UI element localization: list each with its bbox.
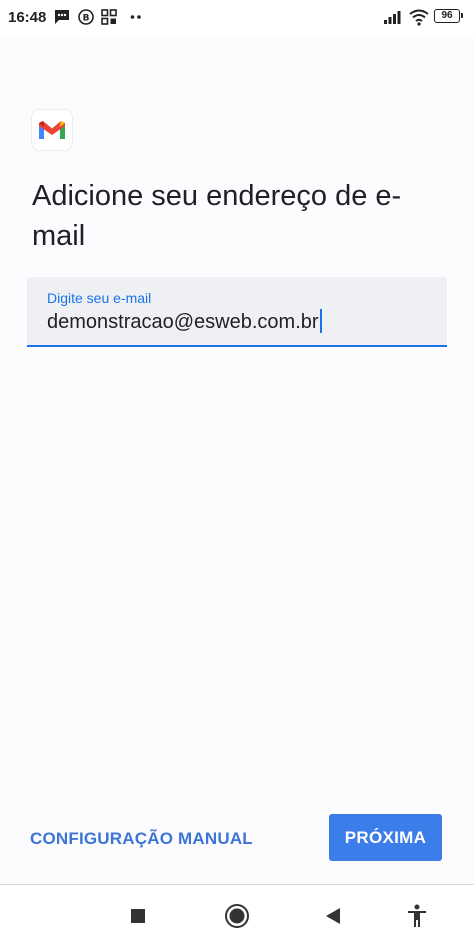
email-field[interactable]: Digite seu e-mail demonstracao@esweb.com…: [27, 277, 447, 347]
home-circle-icon[interactable]: [224, 903, 250, 934]
page-title: Adicione seu endereço de e-mail: [32, 180, 402, 252]
more-dots-icon: [129, 8, 143, 31]
back-triangle-icon[interactable]: [323, 903, 343, 934]
accessibility-icon[interactable]: [405, 903, 429, 934]
recents-square-icon[interactable]: [129, 903, 147, 934]
next-button[interactable]: PRÓXIMA: [329, 814, 442, 861]
svg-text:B: B: [83, 14, 90, 24]
signal-icon: [383, 8, 403, 31]
text-caret: [319, 309, 322, 333]
gmail-logo-icon: [32, 110, 72, 150]
status-time: 16:48: [8, 9, 47, 26]
battery-icon: 96: [434, 9, 463, 23]
email-field-label: Digite seu e-mail: [47, 290, 152, 306]
nav-bar: [0, 885, 474, 948]
wifi-icon: [408, 8, 430, 31]
screen: 16:48 B 96 Adicione seu endereço de e-ma…: [0, 0, 474, 948]
grid-apps-icon: [100, 8, 118, 31]
message-icon: [53, 8, 71, 31]
email-field-text: demonstracao@esweb.com.br: [47, 311, 319, 333]
manual-setup-button[interactable]: CONFIGURAÇÃO MANUAL: [30, 824, 253, 854]
email-field-value[interactable]: demonstracao@esweb.com.br: [47, 309, 322, 334]
status-bar: 16:48 B 96: [0, 0, 474, 36]
b-circle-icon: B: [77, 8, 95, 31]
